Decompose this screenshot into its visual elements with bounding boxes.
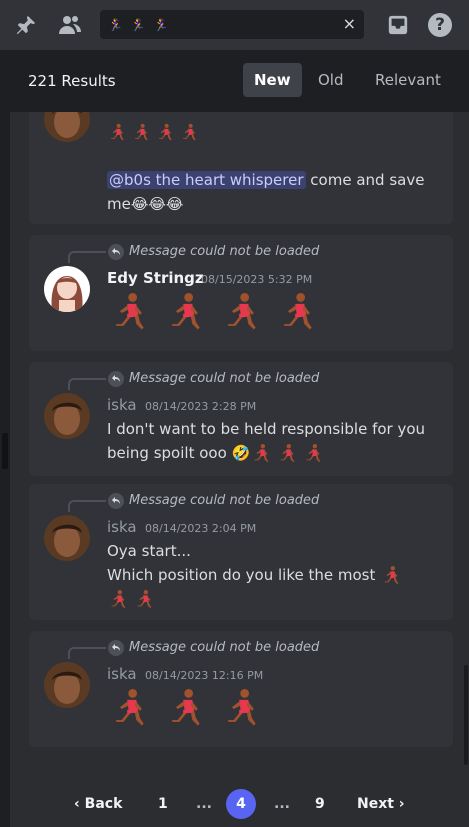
running-woman-emoji (116, 689, 144, 726)
message-emoji: 🤣 (231, 444, 251, 462)
help-glyph: ? (428, 13, 452, 37)
left-gutter-handle (2, 433, 8, 469)
sort-tab-old[interactable]: Old (307, 63, 355, 97)
running-woman-emoji (384, 565, 399, 584)
running-woman-emoji (280, 443, 295, 462)
message-author[interactable]: Edy Stringz (107, 269, 204, 287)
back-label: Back (84, 796, 123, 812)
reply-icon (108, 493, 124, 509)
message-timestamp: 08/14/2023 2:04 PM (145, 522, 257, 535)
running-woman-emoji (254, 443, 269, 462)
results-count: 221 Results (28, 72, 116, 90)
chevron-right-icon: › (393, 796, 405, 812)
message-body-4 (107, 687, 427, 731)
message-text-3: Oya start... Which position do you like … (107, 539, 417, 611)
message-result-1[interactable]: Message could not be loaded Edy Stringz … (29, 235, 453, 351)
reply-unavailable: Message could not be loaded (129, 371, 320, 386)
message-line-2: being spoilt ooo 🤣 (107, 441, 427, 465)
sort-tab-relevant[interactable]: Relevant (364, 63, 452, 97)
reply-icon (108, 244, 124, 260)
runner-row-0 (107, 120, 427, 144)
runner-row-1 (107, 291, 427, 335)
page-button-current[interactable]: 4 (226, 789, 256, 819)
message-result-2[interactable]: Message could not be loaded iska 08/14/2… (29, 362, 453, 476)
message-text-2: I don't want to be held responsible for … (107, 417, 427, 465)
running-woman-emoji (172, 689, 200, 726)
left-gutter (0, 50, 10, 827)
message-line-1: Oya start... (107, 542, 191, 560)
search-input[interactable]: 🏃‍♀️ 🏃‍♀️ 🏃‍♀️ × (100, 10, 364, 39)
avatar-iska[interactable] (44, 112, 90, 142)
results-header: 221 Results New Old Relevant (10, 50, 469, 112)
members-icon[interactable] (56, 11, 84, 39)
reply-unavailable: Message could not be loaded (129, 493, 320, 508)
message-body-0 (107, 120, 427, 144)
page-button-9[interactable]: 9 (315, 780, 325, 827)
scrollbar-thumb[interactable] (464, 665, 468, 765)
message-text-0: @b0s the heart whisperer come and save m… (107, 168, 427, 216)
message-line-1: I don't want to be held responsible for … (107, 420, 426, 438)
message-body-1 (107, 291, 427, 335)
search-query: 🏃‍♀️ 🏃‍♀️ 🏃‍♀️ (108, 17, 171, 32)
help-icon[interactable]: ? (426, 11, 454, 39)
message-timestamp: 08/15/2023 5:32 PM (201, 273, 313, 286)
pagination-back-button[interactable]: ‹ Back (74, 780, 122, 827)
message-line-2-text: being spoilt ooo (107, 444, 227, 462)
reply-icon (108, 640, 124, 656)
avatar-iska[interactable] (44, 662, 90, 708)
top-toolbar: 🏃‍♀️ 🏃‍♀️ 🏃‍♀️ × ? (0, 0, 469, 50)
reply-icon (108, 371, 124, 387)
reply-connector (68, 647, 106, 659)
chevron-left-icon: ‹ (74, 796, 85, 812)
running-woman-emoji (135, 123, 148, 140)
next-label: Next (357, 796, 394, 812)
user-mention[interactable]: @b0s the heart whisperer (107, 171, 306, 189)
message-author[interactable]: iska (107, 518, 137, 536)
running-woman-emoji (284, 293, 312, 330)
avatar-iska[interactable] (44, 515, 90, 561)
message-line-2: Which position do you like the most (107, 563, 417, 611)
page-button-1[interactable]: 1 (158, 780, 168, 827)
pagination: ‹ Back 1 ... 4 ... 9 Next › (10, 780, 469, 827)
message-emoji: 😂😂😂 (130, 195, 184, 213)
running-woman-emoji (111, 589, 126, 608)
running-woman-emoji (228, 689, 256, 726)
runner-row-2 (250, 443, 328, 462)
running-woman-emoji (228, 293, 256, 330)
page-ellipsis: ... (196, 796, 212, 812)
avatar-edy-stringz[interactable] (44, 266, 90, 312)
inbox-icon[interactable] (384, 11, 412, 39)
running-woman-emoji (306, 443, 321, 462)
reply-connector (68, 251, 106, 263)
running-woman-emoji (116, 293, 144, 330)
message-timestamp: 08/14/2023 2:28 PM (145, 400, 257, 413)
running-woman-emoji (159, 123, 172, 140)
message-result-0[interactable]: @b0s the heart whisperer come and save m… (29, 112, 453, 224)
message-author[interactable]: iska (107, 665, 137, 683)
sort-tab-new[interactable]: New (243, 63, 302, 97)
avatar-iska[interactable] (44, 393, 90, 439)
message-result-4[interactable]: Message could not be loaded iska 08/14/2… (29, 631, 453, 747)
running-woman-emoji (183, 123, 196, 140)
reply-connector (68, 378, 106, 390)
reply-unavailable: Message could not be loaded (129, 244, 320, 259)
running-woman-emoji (137, 589, 152, 608)
pagination-next-button[interactable]: Next › (357, 780, 405, 827)
message-timestamp: 08/14/2023 12:16 PM (145, 669, 264, 682)
reply-unavailable: Message could not be loaded (129, 640, 320, 655)
page-ellipsis: ... (274, 796, 290, 812)
clear-search-icon[interactable]: × (343, 15, 356, 33)
reply-connector (68, 500, 106, 512)
message-result-3[interactable]: Message could not be loaded iska 08/14/2… (29, 484, 453, 620)
message-line-2-text: Which position do you like the most (107, 566, 376, 584)
running-woman-emoji (111, 123, 124, 140)
runner-row-4 (107, 687, 427, 731)
message-author[interactable]: iska (107, 396, 137, 414)
pin-icon[interactable] (12, 11, 40, 39)
running-woman-emoji (172, 293, 200, 330)
